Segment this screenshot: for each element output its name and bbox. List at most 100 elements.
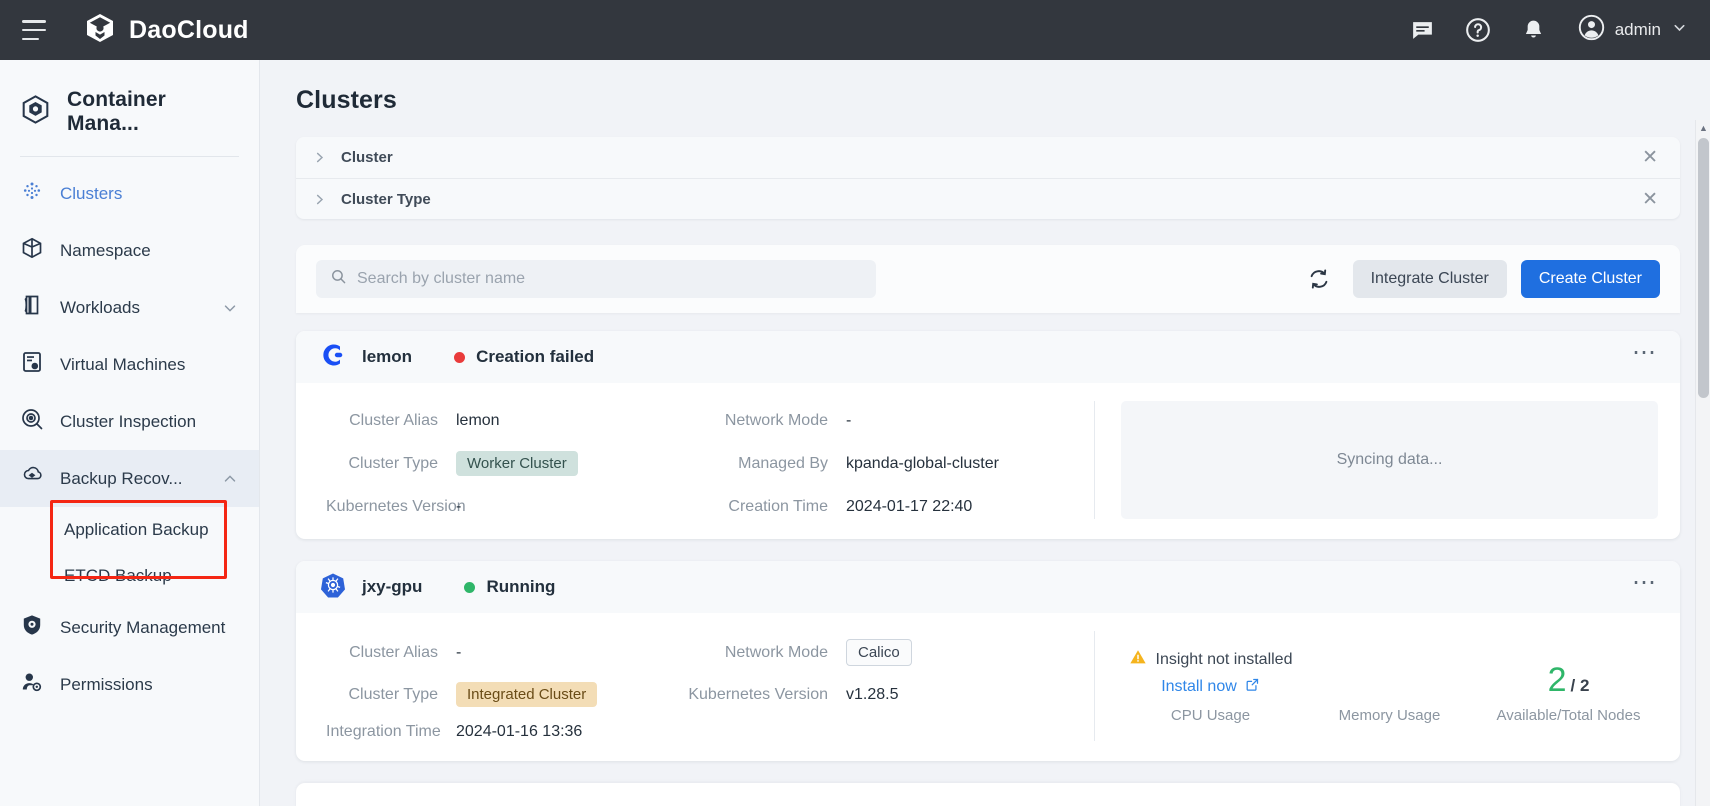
avatar bbox=[1578, 14, 1605, 46]
field-value: - bbox=[846, 412, 1088, 430]
security-icon bbox=[20, 613, 44, 642]
clusters-icon bbox=[20, 179, 44, 208]
sidebar-item-permissions[interactable]: Permissions bbox=[0, 656, 259, 713]
sidebar-title: Container Mana... bbox=[0, 76, 259, 156]
status-dot-icon bbox=[454, 352, 465, 363]
cluster-card-right-panel: Syncing data... bbox=[1094, 401, 1658, 519]
vertical-scrollbar[interactable]: ▲ ▼ bbox=[1695, 120, 1710, 806]
cluster-list: lemon Creation failed ⋯ Cluster Alias le… bbox=[296, 331, 1680, 806]
cluster-inspection-icon bbox=[20, 407, 44, 436]
cluster-card-body: Cluster Alias - Network Mode Calico Clus… bbox=[296, 613, 1680, 761]
sidebar-item-label: Workloads bbox=[60, 298, 140, 318]
chevron-right-icon[interactable] bbox=[312, 150, 327, 165]
field-value: v1.28.5 bbox=[846, 686, 1088, 704]
filter-panel: Cluster ✕ Cluster Type ✕ bbox=[296, 137, 1680, 219]
sidebar-subitem-label: ETCD Backup bbox=[64, 566, 172, 586]
cluster-card-header: jxy-gpu Running ⋯ bbox=[296, 561, 1680, 613]
sidebar-title-text: Container Mana... bbox=[67, 88, 239, 136]
chevron-down-icon[interactable] bbox=[1671, 19, 1688, 41]
install-now-label: Install now bbox=[1161, 678, 1237, 696]
daocloud-logo-icon bbox=[84, 12, 116, 49]
kubernetes-icon bbox=[320, 572, 346, 603]
sidebar-subitem-label: Application Backup bbox=[64, 520, 209, 540]
field-label: Cluster Alias bbox=[326, 412, 456, 430]
sidebar-item-etcd-backup[interactable]: ETCD Backup bbox=[0, 553, 259, 599]
cluster-name: lemon bbox=[362, 347, 412, 367]
field-value: lemon bbox=[456, 412, 686, 430]
workloads-icon bbox=[20, 293, 44, 322]
insight-warning-text: Insight not installed bbox=[1156, 651, 1293, 669]
field-label: Creation Time bbox=[686, 498, 846, 516]
sidebar-item-application-backup[interactable]: Application Backup bbox=[0, 507, 259, 553]
field-value-wrapper: Worker Cluster bbox=[456, 451, 686, 476]
field-value: - bbox=[456, 498, 686, 516]
metric-nodes: 2 / 2 Available/Total Nodes bbox=[1479, 663, 1658, 724]
status-label: Creation failed bbox=[476, 347, 594, 367]
lemon-cluster-icon bbox=[320, 342, 346, 373]
syncing-placeholder: Syncing data... bbox=[1121, 401, 1658, 519]
refresh-icon[interactable] bbox=[1307, 267, 1331, 291]
main-content: Clusters Cluster ✕ Cluster Type ✕ bbox=[260, 60, 1710, 806]
field-label: Cluster Alias bbox=[326, 644, 456, 662]
filter-label: Cluster bbox=[341, 149, 393, 166]
hamburger-icon[interactable] bbox=[22, 20, 46, 40]
sidebar-item-backup-recovery[interactable]: Backup Recov... bbox=[0, 450, 259, 507]
more-options-icon[interactable]: ⋯ bbox=[1632, 348, 1658, 366]
nodes-label: Available/Total Nodes bbox=[1497, 707, 1641, 724]
filter-row-cluster-type[interactable]: Cluster Type ✕ bbox=[296, 178, 1680, 219]
close-icon[interactable]: ✕ bbox=[1642, 188, 1658, 211]
integrate-cluster-button[interactable]: Integrate Cluster bbox=[1353, 260, 1507, 298]
filter-label: Cluster Type bbox=[341, 191, 431, 208]
field-value-wrapper: Calico bbox=[846, 639, 1088, 666]
install-now-link[interactable]: Install now bbox=[1161, 677, 1260, 697]
sidebar-divider bbox=[20, 156, 239, 157]
field-label: Cluster Type bbox=[326, 455, 456, 473]
user-name: admin bbox=[1615, 20, 1661, 40]
create-cluster-button[interactable]: Create Cluster bbox=[1521, 260, 1660, 298]
cluster-card-right-panel: Insight not installed Install now bbox=[1094, 631, 1658, 741]
help-icon[interactable] bbox=[1465, 17, 1491, 43]
status-dot-icon bbox=[464, 582, 475, 593]
topbar-actions: admin bbox=[1410, 14, 1688, 46]
cluster-card-jxy-gpu[interactable]: jxy-gpu Running ⋯ Cluster Alias - Networ… bbox=[296, 561, 1680, 761]
node-count: 2 / 2 bbox=[1548, 663, 1590, 697]
sidebar-item-clusters[interactable]: Clusters bbox=[0, 165, 259, 222]
user-menu[interactable]: admin bbox=[1578, 14, 1688, 46]
insight-warning-line: Insight not installed bbox=[1129, 648, 1293, 671]
chat-icon[interactable] bbox=[1410, 18, 1435, 43]
field-value: kpanda-global-cluster bbox=[846, 455, 1088, 473]
sidebar: Container Mana... Clusters bbox=[0, 60, 260, 806]
external-link-icon bbox=[1245, 677, 1260, 697]
cluster-card-lemon[interactable]: lemon Creation failed ⋯ Cluster Alias le… bbox=[296, 331, 1680, 539]
chevron-up-icon[interactable] bbox=[221, 470, 239, 488]
scroll-up-arrow-icon[interactable]: ▲ bbox=[1696, 120, 1710, 136]
memory-usage-label: Memory Usage bbox=[1339, 707, 1441, 724]
sidebar-item-workloads[interactable]: Workloads bbox=[0, 279, 259, 336]
sidebar-item-cluster-inspection[interactable]: Cluster Inspection bbox=[0, 393, 259, 450]
field-label: Cluster Type bbox=[326, 686, 456, 704]
scrollbar-thumb[interactable] bbox=[1698, 138, 1709, 398]
cluster-type-pill: Worker Cluster bbox=[456, 451, 578, 476]
close-icon[interactable]: ✕ bbox=[1642, 146, 1658, 169]
sidebar-item-label: Backup Recov... bbox=[60, 469, 183, 489]
metric-memory: Memory Usage bbox=[1300, 707, 1479, 724]
field-value-wrapper: Integrated Cluster bbox=[456, 682, 686, 707]
bell-icon[interactable] bbox=[1521, 18, 1546, 43]
status-badge: Creation failed bbox=[454, 347, 594, 367]
field-label: Network Mode bbox=[686, 412, 846, 430]
chevron-down-icon[interactable] bbox=[221, 299, 239, 317]
permissions-icon bbox=[20, 670, 44, 699]
cluster-name: jxy-gpu bbox=[362, 577, 422, 597]
field-label: Integration Time bbox=[326, 723, 456, 741]
chevron-right-icon[interactable] bbox=[312, 192, 327, 207]
insight-notice: Insight not installed Install now bbox=[1129, 648, 1293, 697]
sidebar-item-namespace[interactable]: Namespace bbox=[0, 222, 259, 279]
search-input[interactable] bbox=[357, 270, 862, 288]
sidebar-item-virtual-machines[interactable]: Virtual Machines bbox=[0, 336, 259, 393]
more-options-icon[interactable]: ⋯ bbox=[1632, 578, 1658, 596]
network-mode-pill: Calico bbox=[846, 639, 912, 666]
sidebar-item-security-management[interactable]: Security Management bbox=[0, 599, 259, 656]
filter-row-cluster[interactable]: Cluster ✕ bbox=[296, 137, 1680, 178]
search-input-wrapper[interactable] bbox=[316, 260, 876, 298]
backup-recovery-icon bbox=[20, 464, 44, 493]
